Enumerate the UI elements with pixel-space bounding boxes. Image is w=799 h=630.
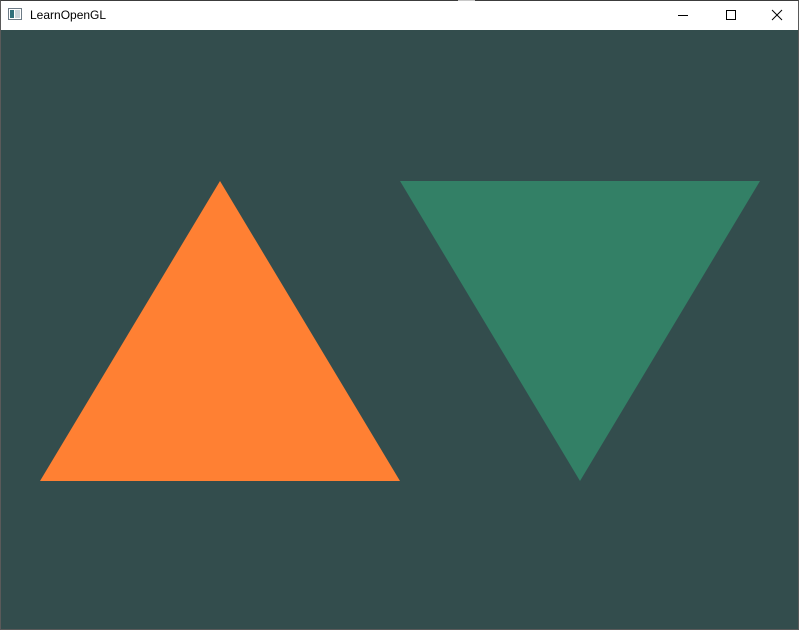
app-window: LearnOpenGL [0,0,799,630]
render-canvas [1,30,798,629]
minimize-icon [678,15,688,16]
title-bar[interactable]: LearnOpenGL [1,1,798,30]
app-icon [8,8,22,20]
maximize-icon [726,10,736,20]
clear-background [1,30,798,629]
close-button[interactable] [752,1,798,30]
close-icon [771,9,783,21]
minimize-button[interactable] [660,1,706,30]
maximize-button[interactable] [706,1,752,30]
opengl-viewport [1,30,798,629]
window-title: LearnOpenGL [30,8,107,22]
